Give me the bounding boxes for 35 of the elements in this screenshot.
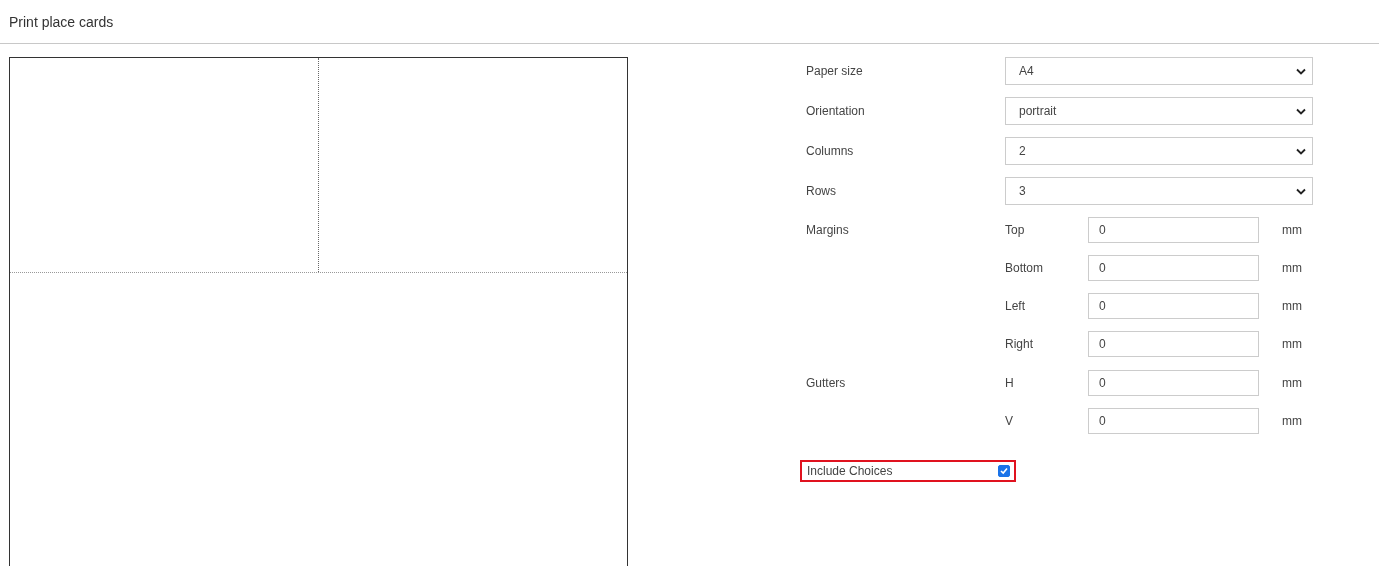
chevron-down-icon xyxy=(1296,107,1306,115)
field-label: Margins xyxy=(806,223,850,237)
field-label: V xyxy=(1005,414,1014,428)
field-label: H xyxy=(1005,376,1015,390)
input-field[interactable]: 0 xyxy=(1088,255,1259,281)
unit-label: mm xyxy=(1282,376,1303,390)
dropdown[interactable]: 3 xyxy=(1005,177,1313,205)
field-label: Paper size xyxy=(806,64,864,78)
chevron-down-icon xyxy=(1296,147,1306,155)
checkbox[interactable] xyxy=(998,465,1010,477)
unit-label: mm xyxy=(1282,223,1303,237)
field-label: Right xyxy=(1005,337,1034,351)
dropdown[interactable]: A4 xyxy=(1005,57,1313,85)
field-label: Top xyxy=(1005,223,1026,237)
unit-label: mm xyxy=(1282,299,1303,313)
field-label: Bottom xyxy=(1005,261,1044,275)
unit-label: mm xyxy=(1282,261,1303,275)
unit-label: mm xyxy=(1282,337,1303,351)
field-label: Columns xyxy=(806,144,855,158)
checkbox-label: Include Choices xyxy=(807,464,893,478)
unit-label: mm xyxy=(1282,414,1303,428)
page-title: Print place cards xyxy=(9,13,114,30)
field-label: Left xyxy=(1005,299,1026,313)
field-label: Rows xyxy=(806,184,837,198)
chevron-down-icon xyxy=(1296,67,1306,75)
input-field[interactable]: 0 xyxy=(1088,370,1259,396)
input-field[interactable]: 0 xyxy=(1088,217,1259,243)
field-label: Orientation xyxy=(806,104,866,118)
input-field[interactable]: 0 xyxy=(1088,331,1259,357)
field-label: Gutters xyxy=(806,376,847,390)
input-field[interactable]: 0 xyxy=(1088,408,1259,434)
dropdown[interactable]: portrait xyxy=(1005,97,1313,125)
input-field[interactable]: 0 xyxy=(1088,293,1259,319)
chevron-down-icon xyxy=(1296,187,1306,195)
dropdown[interactable]: 2 xyxy=(1005,137,1313,165)
